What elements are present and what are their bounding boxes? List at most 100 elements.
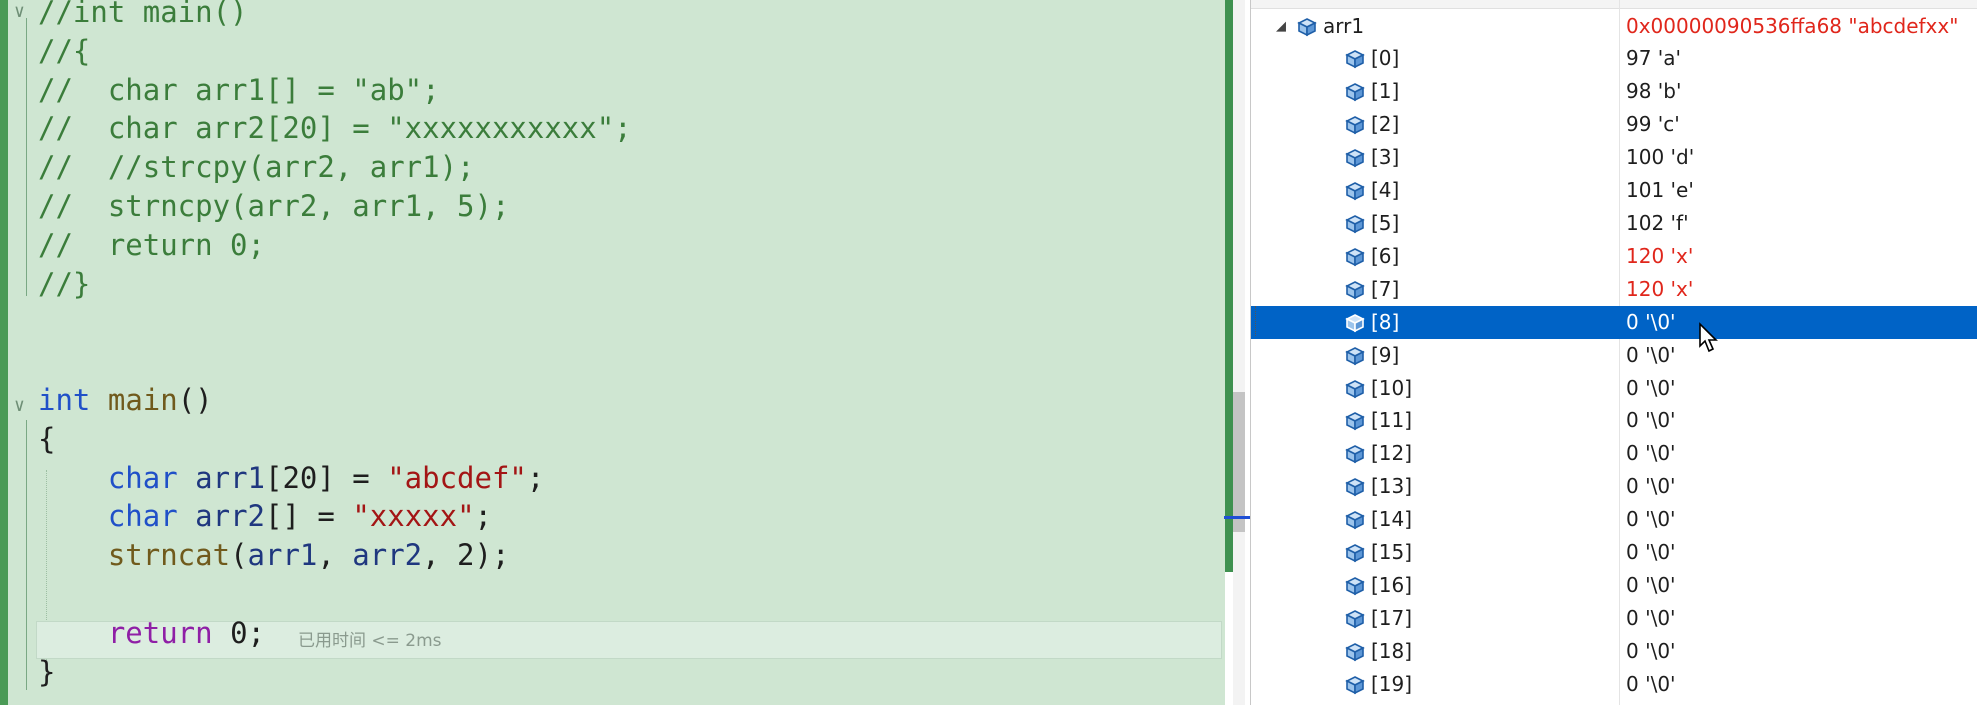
- code-line[interactable]: char arr2[] = "xxxxx";: [38, 498, 492, 534]
- watch-item-value: 100 'd': [1626, 144, 1695, 169]
- watch-item-row[interactable]: [1] 98 'b': [1251, 75, 1977, 108]
- cube-variable-icon: [1345, 148, 1365, 168]
- code-token: main: [107, 383, 178, 417]
- code-token: {: [38, 421, 56, 456]
- code-line[interactable]: char arr1[20] = "abcdef";: [38, 460, 545, 496]
- watch-item-value: 0 '\0': [1626, 573, 1676, 598]
- watch-item-name: [19]: [1371, 672, 1413, 697]
- watch-item-row[interactable]: [11] 0 '\0': [1251, 404, 1977, 437]
- watch-item-row[interactable]: [8] 0 '\0': [1251, 305, 1977, 339]
- code-line[interactable]: // //strcpy(arr2, arr1);: [38, 149, 475, 185]
- code-token: arr2: [195, 499, 265, 534]
- watch-item-row[interactable]: [16] 0 '\0': [1251, 569, 1977, 602]
- code-token: ,: [317, 538, 353, 573]
- code-token: [20] =: [265, 460, 388, 495]
- watch-item-row[interactable]: [6] 120 'x': [1251, 240, 1977, 273]
- watch-item-name: [18]: [1371, 639, 1413, 664]
- watch-item-name: [16]: [1371, 573, 1413, 598]
- code-editor[interactable]: ∨ ∨ //int main() //{// char arr1[] = "ab"…: [0, 0, 1225, 705]
- code-line[interactable]: return 0;: [38, 615, 265, 651]
- watch-item-row[interactable]: [17] 0 '\0': [1251, 602, 1977, 635]
- panel-splitter[interactable]: [1233, 0, 1245, 705]
- code-line[interactable]: // char arr2[20] = "xxxxxxxxxxx";: [38, 110, 632, 146]
- cube-variable-icon: [1345, 511, 1365, 530]
- watch-item-name: [8]: [1371, 309, 1400, 334]
- watch-item-name: [12]: [1371, 441, 1413, 466]
- cube-variable-icon: [1345, 280, 1365, 299]
- code-line[interactable]: strncat(arr1, arr2, 2);: [38, 537, 510, 573]
- code-line[interactable]: {: [38, 421, 55, 457]
- watch-item-row[interactable]: [15] 0 '\0': [1251, 536, 1977, 569]
- code-line[interactable]: int main(): [38, 382, 213, 418]
- watch-item-value: 97 'a': [1626, 46, 1682, 70]
- code-token: arr1: [195, 460, 265, 495]
- code-token: ;: [526, 460, 545, 495]
- cube-variable-icon: [1345, 83, 1365, 102]
- watch-item-name: [10]: [1371, 375, 1413, 400]
- fold-chevron-icon[interactable]: ∨: [14, 0, 25, 30]
- watch-item-row[interactable]: [19] 0 '\0': [1251, 668, 1977, 701]
- cube-variable-icon: [1345, 577, 1365, 596]
- watch-item-row[interactable]: [18] 0 '\0': [1251, 635, 1977, 668]
- watch-item-value: 98 'b': [1626, 78, 1682, 103]
- code-line[interactable]: // strncpy(arr2, arr1, 5);: [38, 188, 509, 224]
- code-token: strncat: [107, 538, 231, 573]
- watch-item-row[interactable]: [0] 97 'a': [1251, 42, 1977, 75]
- cube-variable-icon: [1345, 115, 1365, 135]
- code-token: int: [38, 383, 91, 417]
- watch-item-name: [6]: [1371, 243, 1400, 268]
- watch-item-name: [15]: [1371, 540, 1413, 565]
- cube-variable-icon: [1345, 610, 1365, 629]
- watch-item-value: 0 '\0': [1626, 606, 1676, 631]
- scrollbar-thumb[interactable]: [1233, 392, 1245, 532]
- watch-item-row[interactable]: [10] 0 '\0': [1251, 372, 1977, 405]
- code-line[interactable]: //}: [38, 266, 90, 302]
- code-token: ;: [474, 499, 492, 534]
- watch-root-row[interactable]: ◢ arr1 0x00000090536ffa68 "abcdefxx": [1251, 10, 1977, 43]
- code-token: }: [38, 654, 56, 689]
- watch-item-value: 0 '\0': [1626, 540, 1676, 565]
- code-token: arr2: [352, 538, 423, 573]
- cube-variable-icon: [1345, 346, 1365, 365]
- comment-block-line: [26, 18, 27, 296]
- code-token: // char arr1[] = "ab";: [38, 72, 440, 107]
- code-line[interactable]: //int main(): [38, 0, 248, 30]
- fold-chevron-icon[interactable]: ∨: [14, 388, 25, 424]
- watch-item-row[interactable]: [12] 0 '\0': [1251, 437, 1977, 470]
- code-token: char: [107, 499, 178, 534]
- watch-item-name: [3]: [1371, 144, 1400, 169]
- cube-variable-icon: [1345, 214, 1365, 234]
- code-token: arr1: [247, 538, 318, 573]
- watch-item-row[interactable]: [3] 100 'd': [1251, 141, 1977, 174]
- watch-item-row[interactable]: [13] 0 '\0': [1251, 470, 1977, 503]
- code-token: (): [177, 383, 213, 417]
- watch-item-row[interactable]: [4] 101 'e': [1251, 174, 1977, 207]
- editor-scrollbar-track[interactable]: [1225, 0, 1233, 572]
- code-token: return: [107, 615, 213, 650]
- watch-item-row[interactable]: [5] 102 'f': [1251, 207, 1977, 240]
- watch-item-row[interactable]: [9] 0 '\0': [1251, 339, 1977, 372]
- code-line[interactable]: // char arr1[] = "ab";: [38, 72, 440, 108]
- watch-item-name: [13]: [1371, 474, 1413, 499]
- collapse-triangle-icon[interactable]: ◢: [1276, 10, 1286, 43]
- watch-item-row[interactable]: [7] 120 'x': [1251, 273, 1977, 306]
- watch-item-row[interactable]: [2] 99 'c': [1251, 108, 1977, 141]
- watch-item-row[interactable]: [14] 0 '\0': [1251, 503, 1977, 536]
- focus-rectangle: [1255, 306, 1257, 336]
- change-tracking-bar: [0, 0, 8, 705]
- cube-variable-icon: [1345, 643, 1365, 662]
- cube-variable-icon: [1345, 445, 1365, 464]
- watch-item-value: 0 '\0': [1626, 672, 1676, 697]
- watch-item-value: 0 '\0': [1626, 408, 1676, 433]
- elapsed-time-hint: 已用时间 <= 2ms: [298, 631, 442, 651]
- code-token: , 2);: [422, 538, 510, 573]
- code-line[interactable]: //{: [38, 33, 90, 69]
- code-line[interactable]: }: [38, 654, 55, 690]
- watch-item-name: [9]: [1371, 342, 1400, 367]
- code-line[interactable]: // return 0;: [38, 227, 265, 263]
- mouse-pointer-icon: [1699, 322, 1718, 353]
